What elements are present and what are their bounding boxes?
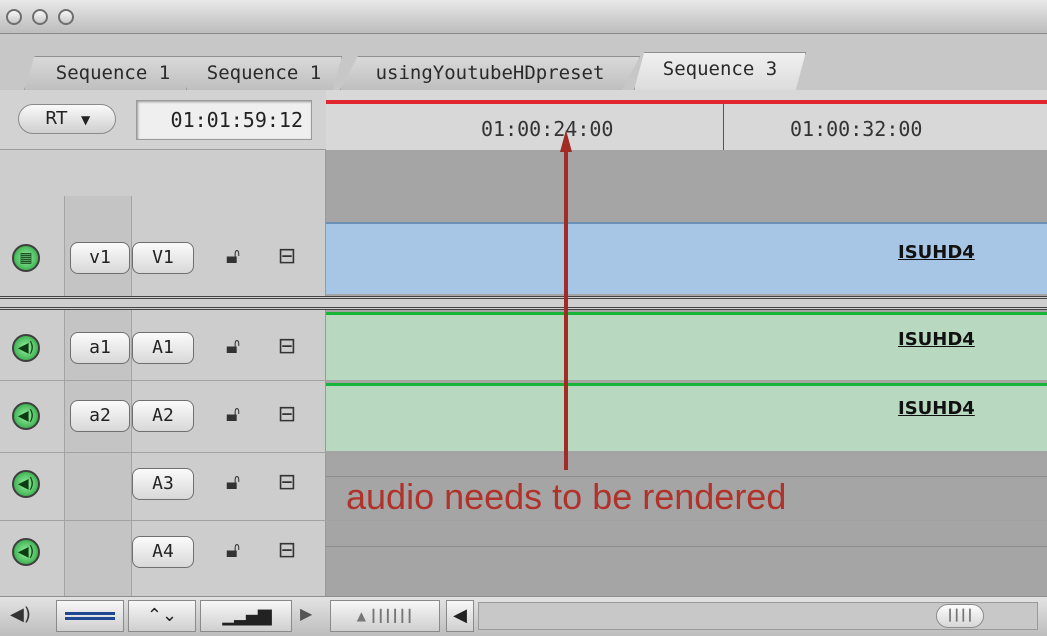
minimize-window-button[interactable] <box>32 9 48 25</box>
dest-patch-a1[interactable]: A1 <box>132 332 194 364</box>
lock-icon[interactable]: 🔓︎ <box>222 538 244 563</box>
auto-select-icon[interactable]: ⊟ <box>276 538 298 563</box>
track-divider <box>0 380 1047 381</box>
auto-select-icon[interactable]: ⊟ <box>276 470 298 495</box>
window-titlebar <box>0 0 1047 34</box>
lock-icon[interactable]: 🔓︎ <box>222 334 244 359</box>
scroll-left-button[interactable]: ◀ <box>446 600 474 632</box>
video-clip[interactable]: ISUHD4 <box>326 222 1047 294</box>
rt-label: RT <box>45 108 68 129</box>
clip-overlays-button[interactable]: ⌃⌄ <box>128 600 196 632</box>
speaker-icon[interactable]: ◀) <box>12 402 40 430</box>
track-size-button[interactable]: ▁▂▄▆ <box>200 600 292 632</box>
zoom-ticks-icon: ▲ ┃┃┃┃┃┃ <box>356 609 414 623</box>
render-status-bar <box>326 100 1047 104</box>
keyframe-overlay-icon: ⌃⌄ <box>146 605 178 626</box>
track-divider <box>0 520 1047 521</box>
track-size-icon: ▁▂▄▆ <box>222 605 271 626</box>
dest-patch-v1[interactable]: V1 <box>132 242 194 274</box>
track-divider <box>0 452 1047 453</box>
close-window-button[interactable] <box>6 9 22 25</box>
dest-patch-a4[interactable]: A4 <box>132 536 194 568</box>
track-header-column <box>0 150 326 596</box>
source-patch-a2[interactable]: a2 <box>70 400 130 432</box>
auto-select-icon[interactable]: ⊟ <box>276 244 298 269</box>
source-patch-v1[interactable]: v1 <box>70 242 130 274</box>
track-height-icon <box>65 612 115 620</box>
auto-select-icon[interactable]: ⊟ <box>276 334 298 359</box>
clip-label: ISUHD4 <box>898 398 975 419</box>
dest-patch-a3[interactable]: A3 <box>132 468 194 500</box>
rt-popup-button[interactable]: RT ▼ <box>18 104 116 134</box>
tab-using-youtube-hd-preset[interactable]: usingYoutubeHDpreset <box>340 56 640 90</box>
time-ruler[interactable] <box>326 90 1047 150</box>
chevron-down-icon: ▼ <box>80 113 91 127</box>
track-height-button[interactable] <box>56 600 124 632</box>
ruler-label: 01:00:24:00 <box>481 117 614 141</box>
lock-icon[interactable]: 🔓︎ <box>222 244 244 269</box>
lock-icon[interactable]: 🔓︎ <box>222 470 244 495</box>
zoom-slider[interactable]: ▲ ┃┃┃┃┃┃ <box>330 600 440 632</box>
speaker-icon[interactable]: ◀) <box>12 538 40 566</box>
video-audio-divider[interactable] <box>0 296 1047 310</box>
ruler-label: 01:00:32:00 <box>790 117 923 141</box>
zoom-window-button[interactable] <box>58 9 74 25</box>
tab-sequence-1[interactable]: Sequence 1 <box>24 56 202 90</box>
annotation-arrow <box>560 130 572 470</box>
audio-clip[interactable]: ISUHD4 <box>326 383 1047 451</box>
expand-arrow-icon[interactable]: ▶ <box>300 604 312 623</box>
auto-select-icon[interactable]: ⊟ <box>276 402 298 427</box>
audio-speaker-icon[interactable]: ◀) <box>10 604 31 625</box>
track-centerline <box>326 546 1047 547</box>
arrow-left-icon: ◀ <box>453 605 467 626</box>
playhead-marker <box>723 104 724 150</box>
dest-patch-a2[interactable]: A2 <box>132 400 194 432</box>
source-patch-a1[interactable]: a1 <box>70 332 130 364</box>
lock-icon[interactable]: 🔓︎ <box>222 402 244 427</box>
tab-sequence-1-b[interactable]: Sequence 1 <box>186 56 342 90</box>
scroll-thumb[interactable]: ┃┃┃┃ <box>936 604 984 628</box>
speaker-icon[interactable]: ◀) <box>12 470 40 498</box>
timecode-field[interactable]: 01:01:59:12 <box>136 100 312 140</box>
track-visibility-icon[interactable]: ▦ <box>12 244 40 272</box>
clip-label: ISUHD4 <box>898 329 975 350</box>
clip-label: ISUHD4 <box>898 242 975 263</box>
tab-sequence-3[interactable]: Sequence 3 <box>634 52 806 90</box>
speaker-icon[interactable]: ◀) <box>12 334 40 362</box>
annotation-text: audio needs to be rendered <box>346 476 787 517</box>
audio-clip[interactable]: ISUHD4 <box>326 312 1047 380</box>
